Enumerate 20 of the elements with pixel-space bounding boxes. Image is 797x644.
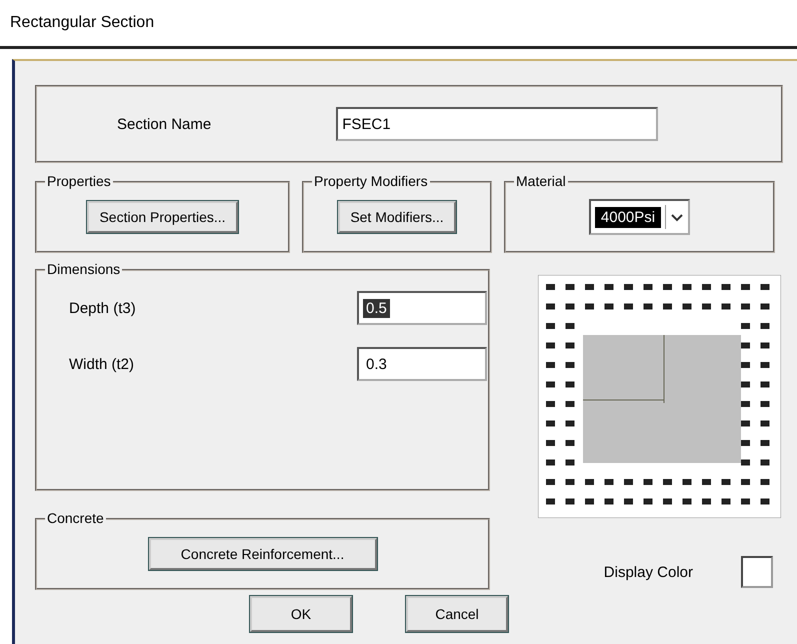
group-title: Material xyxy=(514,173,568,189)
dialog-button[interactable]: OK xyxy=(250,596,352,632)
group-title: Dimensions xyxy=(45,261,122,277)
section-properties-button[interactable]: Section Properties... xyxy=(87,201,238,233)
material-dropdown[interactable]: 4000Psi xyxy=(588,199,690,235)
input-field[interactable]: 0.5 xyxy=(357,291,487,325)
group-title: Property Modifiers xyxy=(312,173,430,189)
group-title: Properties xyxy=(45,173,113,189)
color-swatch[interactable] xyxy=(741,556,773,588)
field-label: Depth (t3) xyxy=(69,300,137,316)
field-label: Display Color xyxy=(604,564,693,580)
window-title: Rectangular Section xyxy=(0,0,797,49)
set-modifiers-button[interactable]: Set Modifiers... xyxy=(338,201,456,233)
concrete-reinforcement-button[interactable]: Concrete Reinforcement... xyxy=(148,538,376,570)
section-name-field[interactable]: FSEC1 xyxy=(336,107,658,141)
dialog-button[interactable]: Cancel xyxy=(406,596,508,632)
group-title: Concrete xyxy=(45,510,106,526)
field-label: Section Name xyxy=(117,116,212,132)
field-label: Width (t2) xyxy=(69,356,136,372)
input-field[interactable]: 0.3 xyxy=(357,347,487,381)
